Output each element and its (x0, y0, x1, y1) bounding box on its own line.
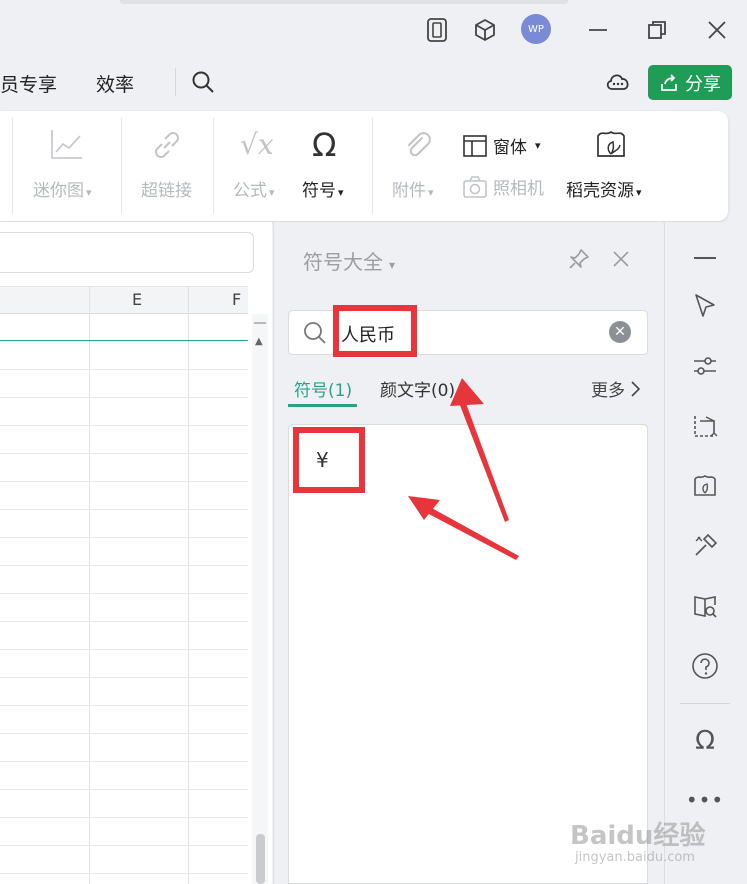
watermark-subtitle: jingyan.baidu.com (575, 850, 695, 865)
annotation-arrows (408, 378, 519, 560)
watermark: Baidu经验 (570, 821, 706, 851)
